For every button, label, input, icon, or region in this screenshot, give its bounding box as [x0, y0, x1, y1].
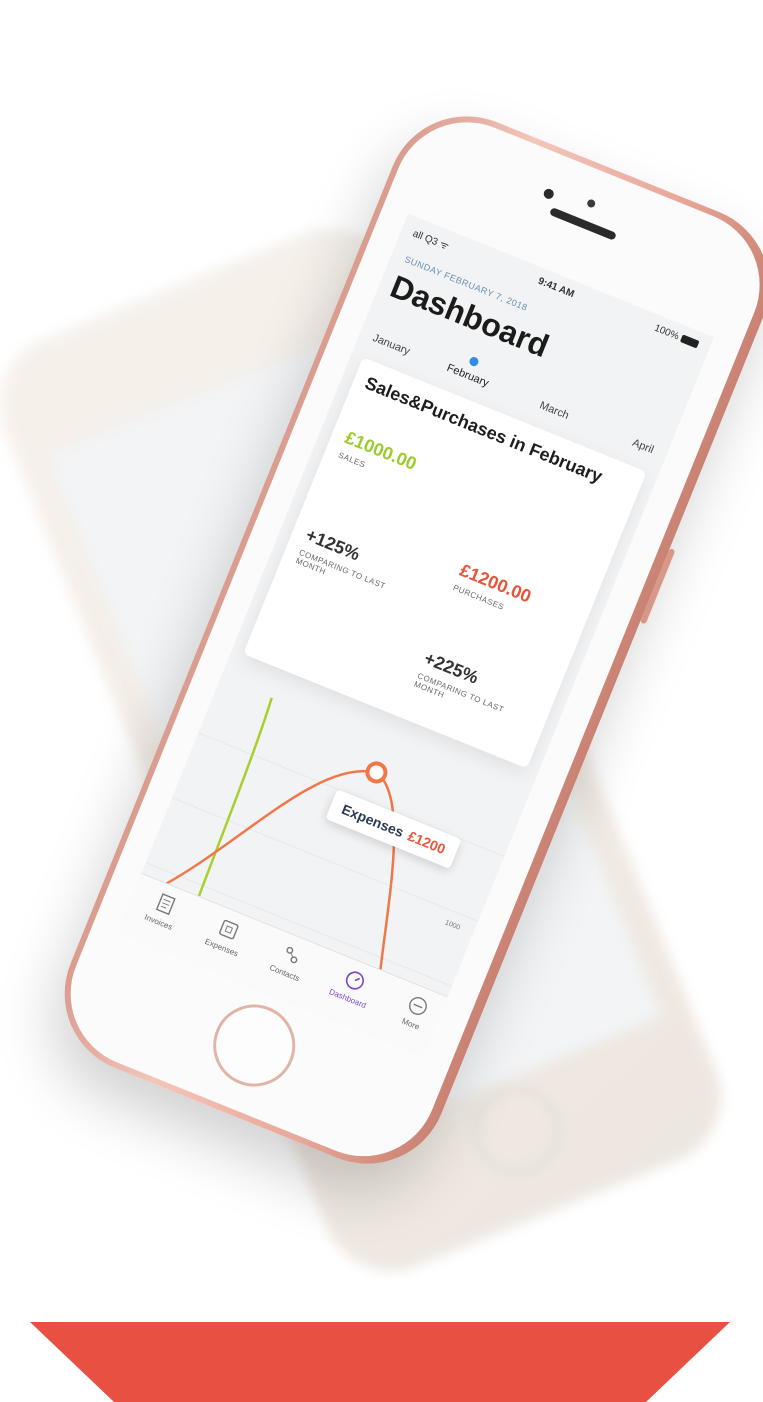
phone-sensor: [586, 198, 597, 209]
sales-metric: £1000.00 SALES: [337, 427, 452, 500]
income-series-line: [194, 697, 273, 905]
tooltip-value: £1200: [405, 827, 448, 858]
status-bar: all Q3 ᯤ 9:41 AM 100%: [411, 226, 700, 354]
home-button[interactable]: [200, 992, 308, 1099]
speaker-grille: [549, 207, 617, 241]
tab-april[interactable]: April: [630, 437, 655, 456]
tabbar-more[interactable]: More: [381, 985, 450, 1040]
purchases-metric: £1200.00 PURCHASES: [452, 560, 567, 633]
battery-percent: 100%: [652, 322, 681, 343]
invoice-icon: [155, 893, 176, 916]
more-icon: [409, 997, 427, 1015]
tabbar-more-label: More: [400, 1016, 421, 1032]
tabbar-dashboard[interactable]: Dashboard: [318, 959, 387, 1014]
sales-change-metric: +125% COMPARING TO LAST MONTH: [294, 525, 412, 606]
tabbar-expenses[interactable]: Expenses: [192, 908, 261, 963]
tabbar-invoices[interactable]: Invoices: [129, 883, 198, 938]
contacts-icon: [286, 946, 298, 964]
tab-february[interactable]: February: [445, 362, 490, 390]
active-tab-indicator: [468, 355, 480, 368]
battery-indicator: 100%: [653, 323, 700, 351]
camera-icon: [542, 187, 556, 201]
signal-indicator: all Q3 ᯤ: [410, 228, 451, 253]
tab-january[interactable]: January: [371, 332, 412, 358]
purchases-change-metric: +225% COMPARING TO LAST MONTH: [413, 648, 531, 729]
red-ribbon-banner: [30, 1322, 730, 1402]
battery-icon: [679, 334, 700, 349]
status-time: 9:41 AM: [536, 275, 576, 301]
background-home-button: [461, 1074, 574, 1187]
tabbar-contacts[interactable]: Contacts: [255, 934, 324, 989]
receipt-icon: [219, 919, 239, 940]
tab-march[interactable]: March: [538, 399, 571, 422]
dashboard-icon: [345, 971, 364, 990]
promo-stage: all Q3 ᯤ 9:41 AM 100% SUNDAY FEBRUARY 7,…: [0, 0, 763, 1402]
